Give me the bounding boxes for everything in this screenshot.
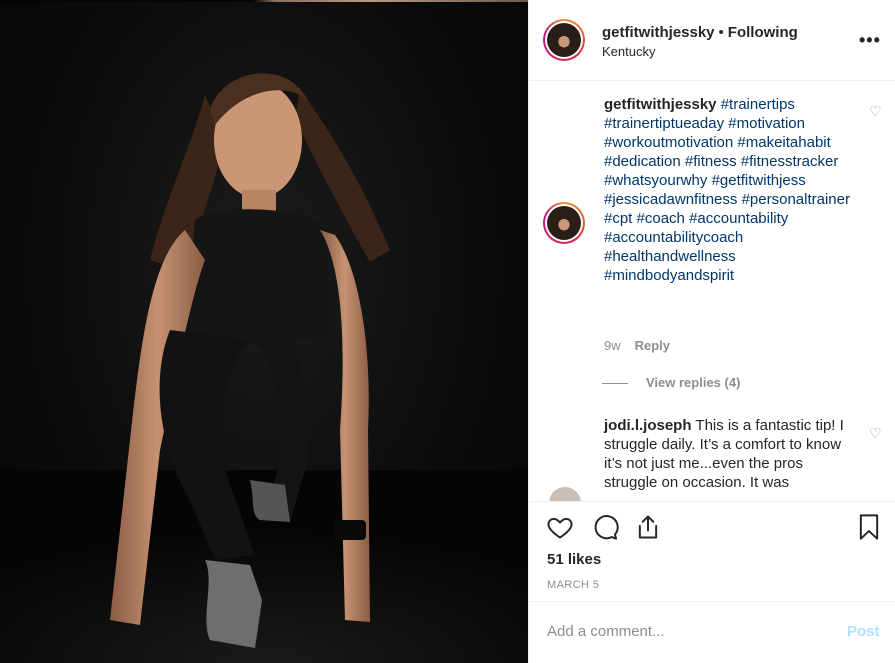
author-username[interactable]: getfitwithjessky [602,24,715,41]
hashtag-link[interactable]: #fitnesstracker [741,153,839,170]
author-avatar[interactable] [543,19,585,61]
hashtag-link[interactable]: #whatsyourwhy [604,172,707,189]
post-location[interactable]: Kentucky [602,44,655,59]
view-replies-button[interactable]: View replies (4) [602,375,740,390]
hashtag-link[interactable]: #accountability [689,210,788,227]
caption-avatar[interactable] [543,202,585,244]
add-comment-input[interactable]: Add a comment... [547,623,665,640]
bookmark-icon[interactable] [854,513,884,541]
add-comment-bar: Add a comment... Post [529,601,895,663]
hashtag-link[interactable]: #trainertips [721,96,795,113]
hashtag-link[interactable]: #personaltrainer [742,191,850,208]
hashtag-link[interactable]: #accountabilitycoach [604,229,743,246]
like-caption-heart-icon[interactable]: ♡ [869,103,882,120]
replies-line [602,383,628,385]
post-header: getfitwithjessky • Following Kentucky ••• [529,0,895,81]
post-actions: 51 likes MARCH 5 [529,501,895,601]
share-icon[interactable] [633,513,663,541]
heart-icon[interactable] [545,513,575,541]
photo-woman-fitness [0,73,528,663]
caption-text: getfitwithjessky #trainertips #trainerti… [604,95,864,285]
comment-icon[interactable] [590,513,620,541]
post-photo[interactable] [0,0,528,663]
hashtag-link[interactable]: #trainertiptueaday [604,115,724,132]
view-replies-label: View replies (4) [646,375,741,390]
post-panel: getfitwithjessky • Following Kentucky ••• … [528,0,895,663]
comment-item: jodi.l.joseph This is a fantastic tip! I… [604,416,854,492]
post-comment-button[interactable]: Post [847,623,880,640]
header-line: getfitwithjessky • Following [602,24,798,41]
commenter-avatar[interactable] [549,487,581,501]
follow-status[interactable]: Following [728,24,798,41]
reply-button[interactable]: Reply [635,338,670,353]
comments-list[interactable]: getfitwithjessky #trainertips #trainerti… [529,81,895,501]
hashtag-link[interactable]: #fitness [685,153,737,170]
likes-count[interactable]: 51 likes [547,551,601,568]
caption-meta: 9w Reply [604,338,670,353]
comment-username[interactable]: jodi.l.joseph [604,417,692,434]
caption-time: 9w [604,338,621,353]
post-date[interactable]: MARCH 5 [547,579,599,591]
header-separator: • [718,24,724,41]
hashtag-link[interactable]: #mindbodyandspirit [604,267,734,284]
hashtag-link[interactable]: #healthandwellness [604,248,736,265]
hashtag-link[interactable]: #coach [637,210,685,227]
hashtag-link[interactable]: #motivation [728,115,805,132]
hashtag-link[interactable]: #makeitahabit [737,134,830,151]
hashtag-link[interactable]: #jessicadawnfitness [604,191,737,208]
caption-username[interactable]: getfitwithjessky [604,96,717,113]
hashtag-link[interactable]: #workoutmotivation [604,134,733,151]
photo-top-strip [0,0,528,2]
hashtag-link[interactable]: #cpt [604,210,632,227]
hashtag-link[interactable]: #getfitwithjess [712,172,806,189]
hashtag-link[interactable]: #dedication [604,153,681,170]
more-icon[interactable]: ••• [859,30,881,51]
like-comment-heart-icon[interactable]: ♡ [869,425,882,442]
caption-hashtags: #trainertips #trainertiptueaday #motivat… [604,96,850,284]
